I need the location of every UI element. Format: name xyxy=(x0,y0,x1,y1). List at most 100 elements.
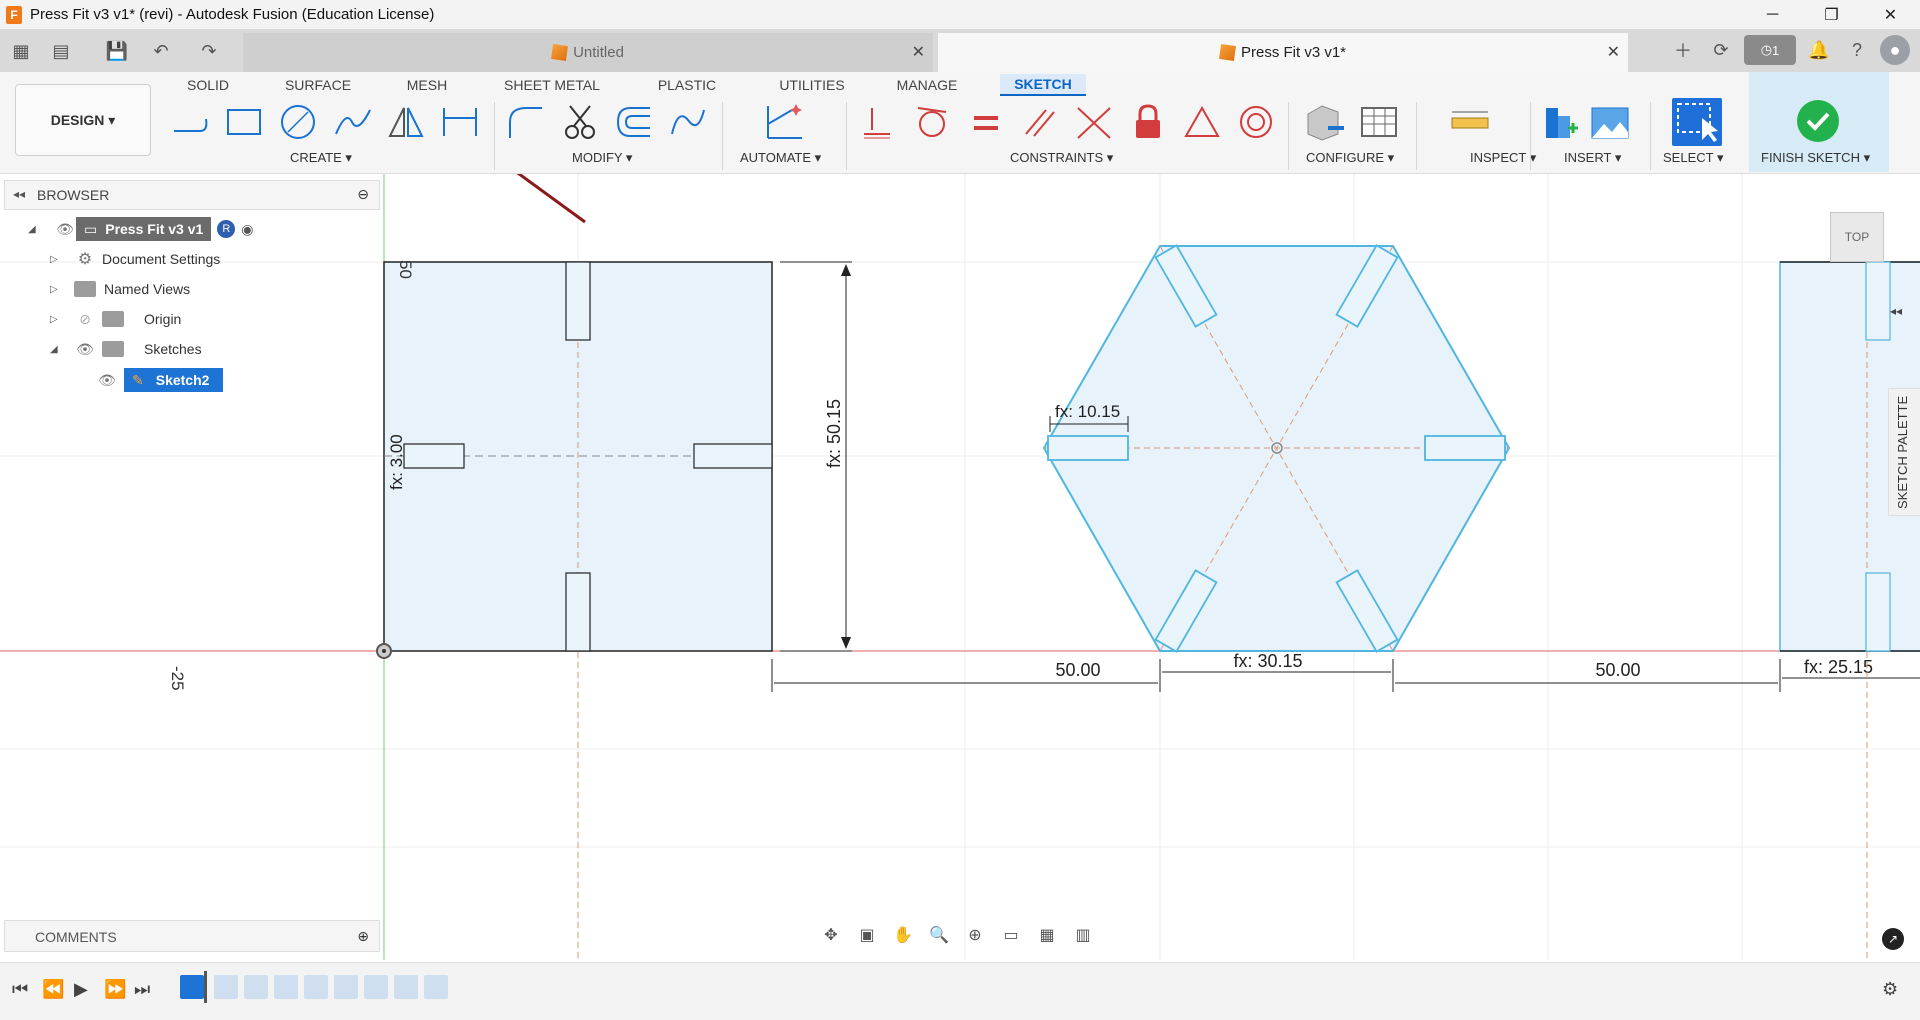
activate-radio-icon[interactable]: ◉ xyxy=(241,221,253,238)
create-menu[interactable]: CREATE ▾ xyxy=(290,150,352,166)
timeline-feature[interactable] xyxy=(394,975,418,999)
configure-table-icon[interactable] xyxy=(1358,100,1402,144)
concentric-constraint-icon[interactable] xyxy=(1234,100,1278,144)
configure-parameters-icon[interactable] xyxy=(1304,100,1348,144)
browser-item-named-views[interactable]: ▷ Named Views xyxy=(50,277,190,301)
tab-sketch[interactable]: SKETCH xyxy=(1000,74,1086,96)
sketch2-selected[interactable]: ✎ Sketch2 xyxy=(124,368,224,392)
new-tab-icon[interactable]: ＋ xyxy=(1668,35,1698,65)
timeline-play-icon[interactable]: ▶ xyxy=(74,979,88,1000)
fillet-tool-icon[interactable] xyxy=(504,100,548,144)
timeline-feature[interactable] xyxy=(304,975,328,999)
browser-minimize-icon[interactable]: ⊖ xyxy=(357,186,369,203)
timeline-settings-gear-icon[interactable]: ⚙ xyxy=(1882,979,1898,1000)
spline-tool-icon[interactable] xyxy=(330,100,374,144)
collapse-panel-icon[interactable]: ◂◂ xyxy=(13,187,25,201)
hidden-eye-icon[interactable]: ⊘ xyxy=(74,311,96,328)
sketch-canvas[interactable]: fx: 50.15 fx: 3.00 50 -25 fx: 10.15 50.0… xyxy=(0,174,1920,960)
browser-item-sketches[interactable]: ◢ 👁 Sketches xyxy=(50,337,202,361)
offset-tool-icon[interactable] xyxy=(612,100,656,144)
look-at-icon[interactable]: ▣ xyxy=(852,925,882,945)
timeline-feature[interactable] xyxy=(274,975,298,999)
modify-menu[interactable]: MODIFY ▾ xyxy=(572,150,632,166)
hexagon-part[interactable] xyxy=(1042,244,1511,653)
restore-button[interactable]: ❐ xyxy=(1802,0,1861,29)
user-avatar[interactable]: ● xyxy=(1880,35,1910,65)
notifications-icon[interactable]: 🔔 xyxy=(1804,35,1834,65)
insert-menu[interactable]: INSERT ▾ xyxy=(1564,150,1621,166)
select-menu[interactable]: SELECT ▾ xyxy=(1663,150,1723,166)
constraints-menu[interactable]: CONSTRAINTS ▾ xyxy=(1010,150,1113,166)
browser-item-origin[interactable]: ▷ ⊘ Origin xyxy=(50,307,181,331)
tab-mesh[interactable]: MESH xyxy=(400,74,454,96)
mirror-tool-icon[interactable] xyxy=(384,100,428,144)
timeline-last-icon[interactable]: ⏭ xyxy=(134,979,150,1000)
tab-press-fit[interactable]: Press Fit v3 v1* ✕ xyxy=(938,33,1628,72)
automate-tool-icon[interactable] xyxy=(762,100,806,144)
tangent-constraint-icon[interactable] xyxy=(910,100,954,144)
help-icon[interactable]: ? xyxy=(1842,35,1872,65)
file-menu-icon[interactable]: ▤ xyxy=(48,38,74,64)
measure-tool-icon[interactable] xyxy=(1448,100,1492,144)
browser-panel-header[interactable]: ◂◂ BROWSER ⊖ xyxy=(4,180,380,210)
finish-sketch-menu[interactable]: FINISH SKETCH ▾ xyxy=(1761,150,1870,166)
pan-hand-icon[interactable]: ✋ xyxy=(888,925,918,945)
dim-right-label[interactable]: fx: 25.15 xyxy=(1804,657,1873,677)
close-tab-icon[interactable]: ✕ xyxy=(912,42,925,62)
visibility-eye-icon[interactable]: 👁 xyxy=(96,372,118,389)
fix-constraint-lock-icon[interactable] xyxy=(1126,100,1170,144)
timeline-feature[interactable] xyxy=(364,975,388,999)
sketch-palette-tab[interactable]: SKETCH PALETTE xyxy=(1888,388,1920,516)
configure-menu[interactable]: CONFIGURE ▾ xyxy=(1306,150,1394,166)
dim-hex-side-label[interactable]: fx: 30.15 xyxy=(1233,651,1302,671)
conic-curve-tool-icon[interactable] xyxy=(666,100,710,144)
select-tool-icon[interactable] xyxy=(1672,98,1722,146)
apps-grid-icon[interactable]: ▦ xyxy=(8,38,34,64)
viewcube[interactable]: TOP xyxy=(1830,212,1884,262)
inspect-menu[interactable]: INSPECT ▾ xyxy=(1470,150,1536,166)
perpendicular-constraint-icon[interactable] xyxy=(1072,100,1116,144)
orbit-icon[interactable]: ✥ xyxy=(816,925,846,945)
tab-plastic[interactable]: PLASTIC xyxy=(648,74,726,96)
right-plate[interactable] xyxy=(1779,261,1920,960)
dim-slot-label[interactable]: fx: 3.00 xyxy=(387,434,406,490)
midpoint-constraint-icon[interactable] xyxy=(1180,100,1224,144)
expand-arrow-icon[interactable]: ▷ xyxy=(50,254,64,265)
browser-root-row[interactable]: ◢ 👁 ▭ Press Fit v3 v1 R ◉ xyxy=(28,217,254,241)
tab-manage[interactable]: MANAGE xyxy=(890,74,964,96)
undo-icon[interactable]: ↶ xyxy=(148,38,174,64)
job-status-badge[interactable]: ◷ 1 xyxy=(1744,35,1796,65)
expand-arrow-icon[interactable]: ◢ xyxy=(50,344,64,355)
fit-zoom-icon[interactable]: ⊕ xyxy=(960,925,990,945)
rectangle-tool-icon[interactable] xyxy=(222,100,266,144)
equal-constraint-icon[interactable] xyxy=(964,100,1008,144)
timeline-feature[interactable] xyxy=(214,975,238,999)
tab-solid[interactable]: SOLID xyxy=(180,74,236,96)
dim-gap2-label[interactable]: 50.00 xyxy=(1595,660,1640,680)
insert-image-icon[interactable] xyxy=(1588,100,1632,144)
dim-hex-slot-label[interactable]: fx: 10.15 xyxy=(1055,402,1120,421)
timeline-marker[interactable] xyxy=(204,971,207,1003)
circle-tool-icon[interactable] xyxy=(276,100,320,144)
save-icon[interactable]: 💾 xyxy=(104,38,130,64)
grid-settings-icon[interactable]: ▦ xyxy=(1032,925,1062,945)
tab-utilities[interactable]: UTILITIES xyxy=(768,74,856,96)
tab-surface[interactable]: SURFACE xyxy=(276,74,360,96)
zoom-icon[interactable]: 🔍 xyxy=(924,925,954,945)
visibility-eye-icon[interactable]: 👁 xyxy=(54,221,76,238)
left-plate[interactable] xyxy=(383,261,773,960)
trim-tool-icon[interactable] xyxy=(558,100,602,144)
expand-arrow-icon[interactable]: ▷ xyxy=(50,314,64,325)
browser-item-document-settings[interactable]: ▷ ⚙ Document Settings xyxy=(50,247,220,271)
dim-gap1-label[interactable]: 50.00 xyxy=(1055,660,1100,680)
close-tab-icon[interactable]: ✕ xyxy=(1607,42,1620,62)
minimize-button[interactable]: ─ xyxy=(1743,0,1802,29)
finish-sketch-check-icon[interactable] xyxy=(1797,100,1839,142)
dim-height-label[interactable]: fx: 50.15 xyxy=(824,399,844,468)
timeline-prev-icon[interactable]: ⏪ xyxy=(42,979,64,1000)
timeline-feature[interactable] xyxy=(424,975,448,999)
feedback-icon[interactable]: ↗ xyxy=(1882,928,1904,950)
workspace-switcher[interactable]: DESIGN ▾ xyxy=(15,84,151,156)
timeline-feature[interactable] xyxy=(334,975,358,999)
tab-sheet-metal[interactable]: SHEET METAL xyxy=(494,74,610,96)
